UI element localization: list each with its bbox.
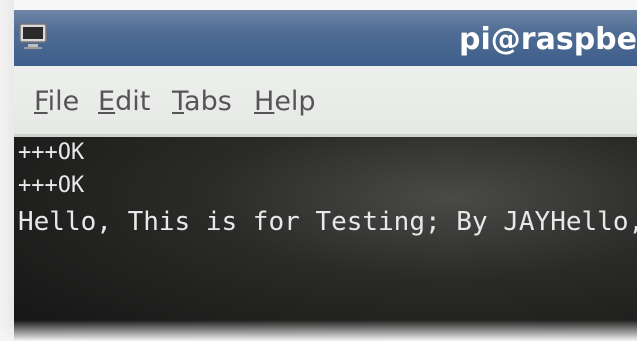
terminal-output[interactable]: +++OK +++OK Hello, This is for Testing; … — [14, 137, 637, 341]
terminal-window: pi@raspbe File Edit Tabs Help +++OK +++O… — [14, 10, 637, 341]
photo-frame: pi@raspbe File Edit Tabs Help +++OK +++O… — [0, 0, 637, 341]
terminal-line: +++OK — [18, 173, 85, 198]
menu-help[interactable]: Help — [254, 86, 316, 117]
screen-bezel-bottom — [0, 320, 637, 341]
terminal-line: Hello, This is for Testing; By JAYHello, — [18, 207, 637, 237]
window-title: pi@raspbe — [459, 22, 637, 57]
title-bar[interactable]: pi@raspbe — [14, 10, 637, 66]
screen-bezel-left — [0, 0, 14, 341]
menu-file[interactable]: File — [34, 86, 79, 117]
terminal-app-icon[interactable] — [16, 18, 52, 54]
menu-tabs[interactable]: Tabs — [172, 86, 232, 117]
menu-bar: File Edit Tabs Help — [14, 66, 637, 137]
menu-edit[interactable]: Edit — [98, 86, 150, 117]
terminal-line: +++OK — [18, 140, 85, 165]
